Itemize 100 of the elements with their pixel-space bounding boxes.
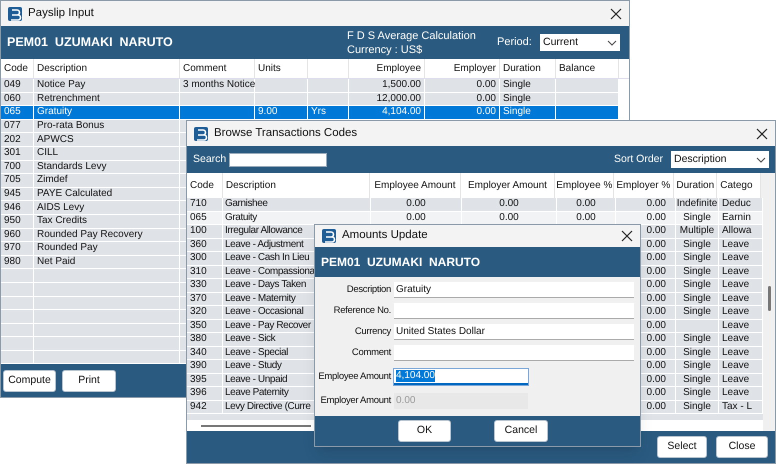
column-header[interactable]: Employer % — [616, 178, 670, 193]
sort-order-label: Sort Order — [614, 152, 663, 167]
table-cell: Leave - Adjustment — [225, 240, 304, 250]
table-cell: 710 — [190, 199, 207, 210]
table-cell: 370 — [190, 294, 207, 304]
button[interactable]: Cancel — [494, 420, 548, 442]
button[interactable]: OK — [398, 420, 451, 442]
app-icon — [322, 229, 336, 243]
chevron-down-icon — [607, 40, 617, 46]
sort-order-dropdown[interactable]: Description — [671, 151, 769, 168]
table-cell: Single — [683, 388, 711, 398]
table-cell: 3 months Notice — [183, 80, 256, 90]
table-cell: Leave Paternity — [225, 388, 288, 398]
button[interactable]: Compute — [3, 370, 56, 392]
search-label: Search — [193, 152, 228, 167]
table-cell: Rounded Pay Recovery — [37, 230, 143, 240]
table-row[interactable]: 710 Garnishee 0.00 0.00 0.00 0.00 Indefinite Deduc — [187, 198, 763, 212]
table-row[interactable]: 960 Rounded Pay Recovery — [1, 228, 186, 242]
table-row[interactable]: 705 Zimdef — [1, 174, 186, 188]
table-row[interactable]: 970 Rounded Pay — [1, 242, 186, 256]
table-cell: 300 — [190, 253, 207, 264]
table-cell: Single — [683, 348, 711, 358]
column-header[interactable]: Code — [4, 61, 28, 76]
chevron-down-icon — [756, 156, 766, 162]
table-cell: Levy Directive (Curre — [225, 402, 311, 412]
table-cell: PAYE Calculated — [37, 189, 112, 200]
table-cell: Single — [503, 80, 531, 90]
close-icon[interactable] — [621, 230, 633, 242]
table-cell: 960 — [4, 230, 21, 240]
button[interactable]: Close — [716, 436, 768, 458]
table-cell: Single — [683, 253, 711, 264]
input-field[interactable] — [394, 345, 634, 361]
column-header[interactable]: Employee % — [556, 178, 612, 193]
table-cell: Leave — [722, 266, 750, 277]
column-header[interactable]: Units — [258, 61, 281, 76]
close-icon[interactable] — [756, 128, 768, 140]
table-row[interactable]: 946 AIDS Levy — [1, 201, 186, 215]
table-cell: Single — [683, 280, 711, 290]
input-field[interactable]: United States Dollar — [394, 324, 634, 340]
button[interactable]: Select — [657, 436, 707, 458]
table-row[interactable]: 945 PAYE Calculated — [1, 188, 186, 202]
table-cell: 320 — [190, 307, 207, 318]
input-field: 0.00 — [394, 393, 528, 409]
scrollbar-thumb[interactable] — [768, 286, 770, 311]
table-cell: Earnin — [722, 212, 751, 223]
table-row[interactable]: 065 Gratuity 9.00 Yrs 4,104.00 0.00 Single — [1, 106, 619, 120]
input-field[interactable]: 4,104.00 — [394, 369, 528, 385]
window-title: Browse Transactions Codes — [214, 126, 358, 141]
column-header[interactable]: Code — [190, 178, 214, 193]
column-header[interactable]: Description — [37, 61, 88, 76]
column-header[interactable]: Description — [226, 178, 276, 193]
column-header[interactable]: Comment — [183, 61, 226, 76]
table-cell: Leave — [722, 388, 750, 398]
field-label: Currency — [354, 324, 391, 339]
table-row[interactable]: 202 APWCS — [1, 133, 186, 147]
table-cell: 310 — [190, 266, 207, 277]
table-cell: Leave — [722, 253, 750, 264]
table-cell: Single — [683, 212, 711, 223]
table-cell: Leave - Maternity — [225, 294, 296, 304]
employee-name: PEM01 UZUMAKI NARUTO — [7, 34, 174, 52]
table-cell: 705 — [4, 175, 21, 186]
table-cell: Leave — [722, 320, 750, 331]
search-field[interactable] — [229, 152, 327, 166]
table-cell: 065 — [190, 212, 207, 223]
table-row[interactable]: 301 CILL — [1, 146, 186, 161]
table-cell: 0.00 — [646, 240, 666, 250]
column-header[interactable]: Employer Amount — [468, 178, 547, 193]
column-header[interactable]: Duration — [503, 61, 541, 76]
field-label: Description — [346, 282, 391, 297]
table-cell: 0.00 — [476, 107, 496, 118]
column-header[interactable]: Balance — [559, 61, 596, 76]
table-cell: 0.00 — [476, 94, 496, 104]
table-cell: 945 — [4, 189, 21, 200]
table-row[interactable]: 980 Net Paid — [1, 256, 186, 270]
table-cell: Standards Levy — [37, 162, 106, 172]
table-cell: 202 — [4, 134, 21, 145]
table-row[interactable]: 077 Pro-rata Bonus — [1, 120, 186, 134]
period-dropdown[interactable]: Current — [540, 34, 620, 51]
scrollbar-thumb[interactable] — [201, 424, 311, 426]
table-row[interactable]: 060 Retrenchment 12,000.00 0.00 Single — [1, 92, 619, 106]
table-row[interactable]: 700 Standards Levy — [1, 160, 186, 174]
scrollbar-corner — [761, 173, 775, 198]
table-cell: Pro-rata Bonus — [37, 121, 104, 132]
column-header[interactable]: Employer — [454, 61, 496, 76]
column-header[interactable]: Employee — [376, 61, 421, 76]
close-icon[interactable] — [610, 8, 622, 20]
period-label: Period: — [497, 35, 533, 50]
column-header[interactable]: Catego — [720, 178, 753, 193]
button[interactable]: Print — [62, 370, 116, 392]
input-field[interactable]: Gratuity — [394, 282, 634, 298]
column-header[interactable]: Employee Amount — [374, 178, 456, 193]
app-icon — [194, 126, 208, 140]
table-cell: 0.00 — [646, 226, 666, 236]
vertical-scrollbar[interactable] — [763, 198, 775, 431]
table-cell: 396 — [190, 388, 207, 398]
column-header[interactable]: Duration — [676, 178, 714, 193]
input-field[interactable] — [394, 303, 634, 319]
table-row[interactable]: 049 Notice Pay 3 months Notice 1,500.00 0.00 Single — [1, 79, 619, 93]
table-cell: 0.00 — [646, 374, 666, 385]
table-row[interactable]: 950 Tax Credits — [1, 214, 186, 229]
